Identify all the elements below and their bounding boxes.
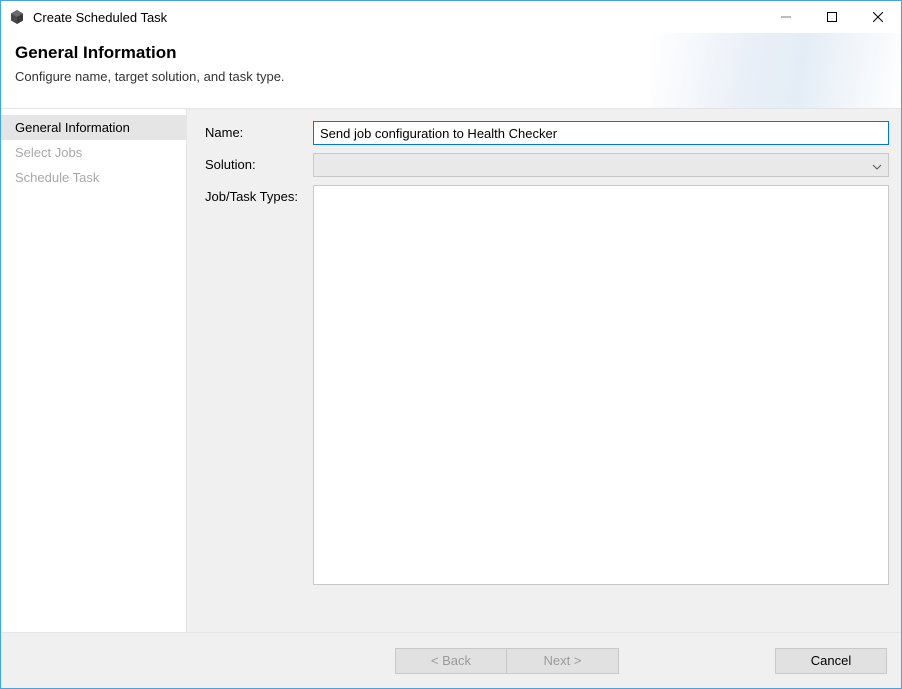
sidebar-item-general-information[interactable]: General Information — [1, 115, 186, 140]
content-area: General Information Select Jobs Schedule… — [1, 109, 901, 632]
wizard-header: General Information Configure name, targ… — [1, 33, 901, 109]
jobtypes-label: Job/Task Types: — [205, 185, 313, 204]
sidebar-item-label: General Information — [15, 120, 130, 135]
jobtypes-listbox[interactable] — [313, 185, 889, 585]
wizard-steps-sidebar: General Information Select Jobs Schedule… — [1, 109, 187, 632]
window-title: Create Scheduled Task — [33, 10, 167, 25]
solution-label: Solution: — [205, 153, 313, 172]
back-button: < Back — [395, 648, 507, 674]
next-button-label: Next > — [544, 653, 582, 668]
name-label: Name: — [205, 121, 313, 140]
window-root: Create Scheduled Task General Informatio… — [0, 0, 902, 689]
chevron-down-icon — [872, 158, 882, 173]
minimize-button[interactable] — [763, 1, 809, 33]
sidebar-item-label: Schedule Task — [15, 170, 99, 185]
solution-dropdown[interactable] — [313, 153, 889, 177]
back-button-label: < Back — [431, 653, 471, 668]
titlebar: Create Scheduled Task — [1, 1, 901, 33]
name-input[interactable] — [313, 121, 889, 145]
page-title: General Information — [15, 43, 883, 63]
page-subtitle: Configure name, target solution, and tas… — [15, 69, 883, 84]
maximize-button[interactable] — [809, 1, 855, 33]
sidebar-item-schedule-task: Schedule Task — [1, 165, 186, 190]
form-panel: Name: Solution: Job/Task Types: — [187, 109, 901, 632]
sidebar-item-select-jobs: Select Jobs — [1, 140, 186, 165]
wizard-footer: < Back Next > Cancel — [1, 632, 901, 688]
window-controls — [763, 1, 901, 33]
cancel-button[interactable]: Cancel — [775, 648, 887, 674]
next-button: Next > — [507, 648, 619, 674]
sidebar-item-label: Select Jobs — [15, 145, 82, 160]
cancel-button-label: Cancel — [811, 653, 851, 668]
app-icon — [9, 9, 25, 25]
close-button[interactable] — [855, 1, 901, 33]
